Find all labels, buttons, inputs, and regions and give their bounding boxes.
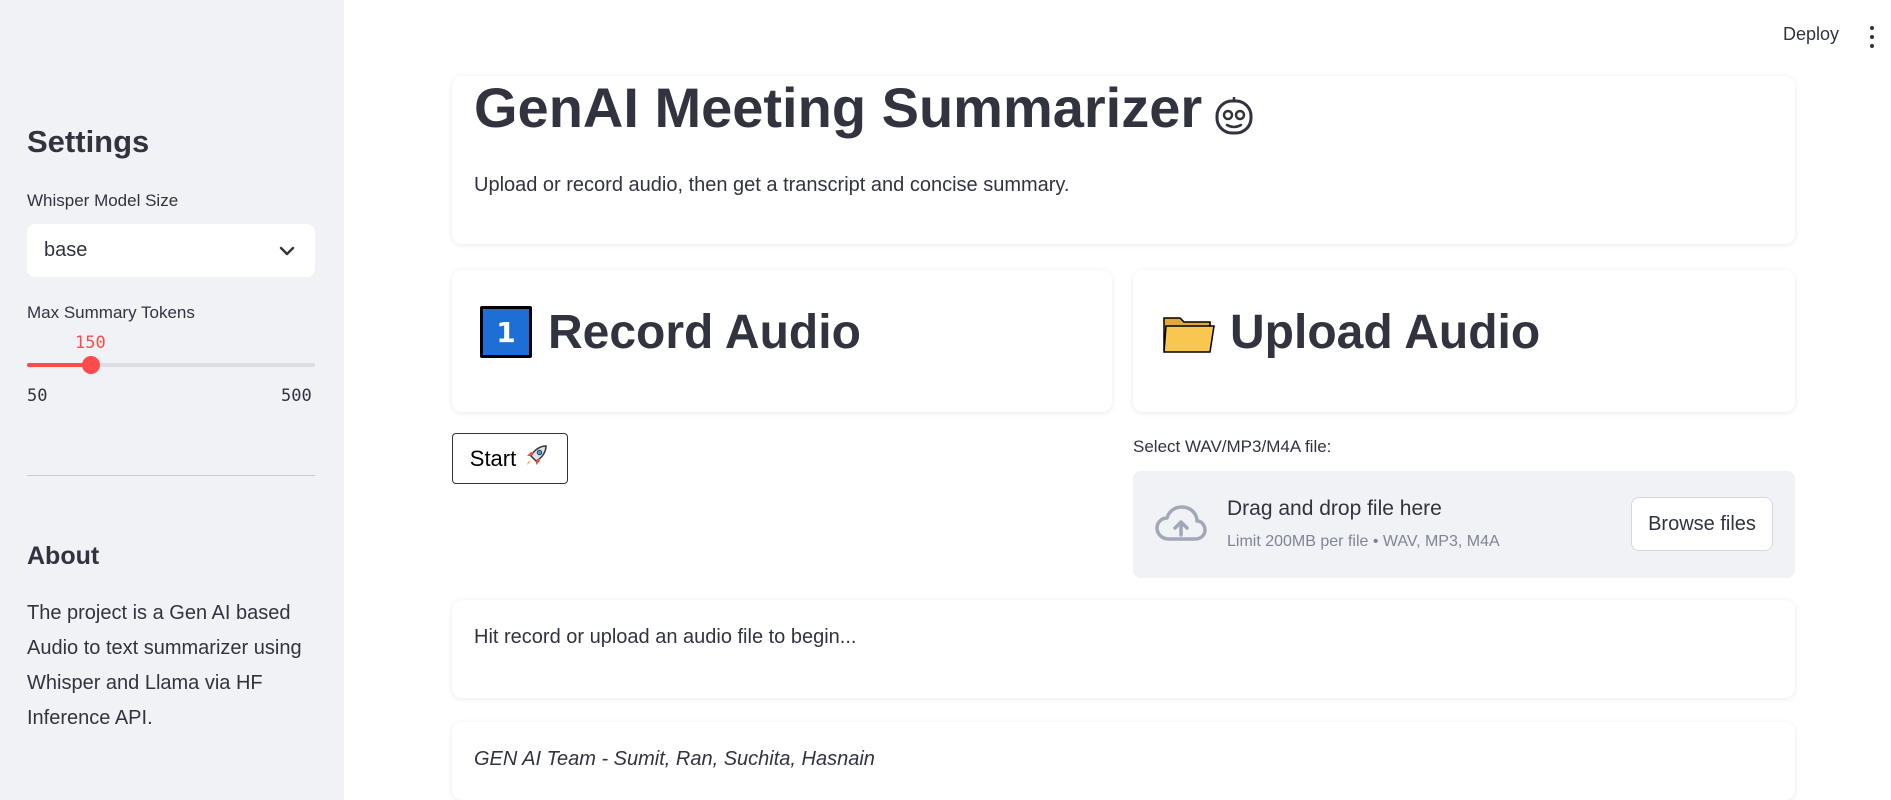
model-size-select[interactable]: base <box>27 224 315 277</box>
chevron-down-icon <box>276 240 298 262</box>
main-menu-icon[interactable] <box>1868 26 1876 48</box>
about-text: The project is a Gen AI based Audio to t… <box>27 602 302 729</box>
slider-thumb[interactable] <box>82 356 100 374</box>
browse-files-button[interactable]: Browse files <box>1631 497 1773 551</box>
sidebar: Settings Whisper Model Size base Max Sum… <box>0 0 344 800</box>
svg-text:1: 1 <box>496 316 515 349</box>
info-message: Hit record or upload an audio file to be… <box>474 626 857 648</box>
file-uploader-label: Select WAV/MP3/M4A file: <box>1133 437 1332 456</box>
about-title: About <box>27 542 100 570</box>
rocket-icon <box>522 442 550 476</box>
start-button-label: Start <box>469 445 517 471</box>
dropzone-limits: Limit 200MB per file • WAV, MP3, M4A <box>1227 533 1500 550</box>
page-title: GenAI Meeting Summarizer <box>474 75 1256 140</box>
max-tokens-slider[interactable] <box>27 356 315 374</box>
upload-audio-title: Upload Audio <box>1230 305 1541 359</box>
slider-max-label: 500 <box>281 386 312 406</box>
file-dropzone[interactable]: Drag and drop file here Limit 200MB per … <box>1133 471 1795 578</box>
page-title-text: GenAI Meeting Summarizer <box>474 76 1203 139</box>
max-tokens-value: 150 <box>75 333 106 353</box>
info-card <box>452 600 1795 698</box>
folder-icon <box>1160 304 1216 360</box>
model-size-label: Whisper Model Size <box>27 191 179 210</box>
page-subtitle: Upload or record audio, then get a trans… <box>474 174 1070 196</box>
model-size-value: base <box>44 239 88 261</box>
keycap-1-icon: 1 <box>478 304 534 360</box>
sidebar-divider <box>27 475 315 476</box>
record-audio-heading: 1 Record Audio <box>478 304 861 360</box>
upload-audio-heading: Upload Audio <box>1160 304 1540 360</box>
team-credit: GEN AI Team - Sumit, Ran, Suchita, Hasna… <box>474 748 875 770</box>
cloud-upload-icon <box>1155 503 1207 545</box>
robot-face-icon <box>1212 86 1256 134</box>
sidebar-title: Settings <box>27 124 150 159</box>
max-tokens-label: Max Summary Tokens <box>27 303 195 322</box>
slider-min-label: 50 <box>27 386 48 406</box>
dropzone-instructions: Drag and drop file here <box>1227 497 1442 520</box>
start-recording-button[interactable]: Start <box>452 433 568 484</box>
deploy-button[interactable]: Deploy <box>1783 24 1839 45</box>
record-audio-title: Record Audio <box>548 305 861 359</box>
